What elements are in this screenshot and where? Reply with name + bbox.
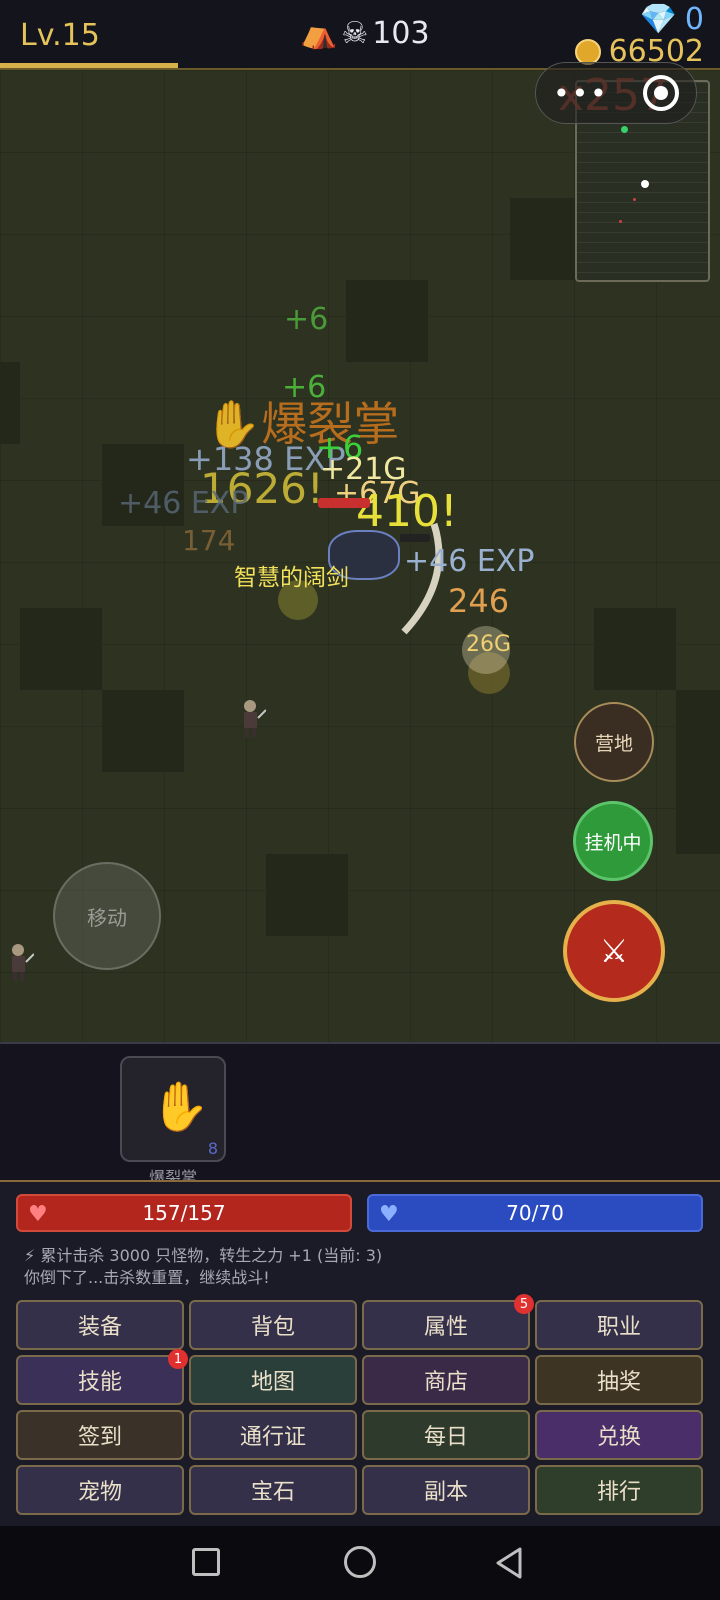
skeleton-enemy[interactable] (236, 698, 266, 738)
menu-button[interactable]: 每日 (362, 1410, 530, 1460)
mp-bar: ♥ 70/70 (367, 1194, 703, 1232)
menu-grid: 装备 背包 属性 5 职业技能 1 地图 商店 抽奖签到 通行证 每日 兑换宠物 宝石 副本 排行 (16, 1294, 704, 1515)
diamond-counter: 💎 0 (640, 2, 704, 37)
minimap-ally-dot (621, 126, 628, 133)
gold-coin-icon (574, 38, 601, 65)
map-tile (20, 608, 102, 690)
map-tile (102, 690, 184, 772)
map-tile (346, 280, 428, 362)
diamond-icon: 💎 (639, 2, 677, 37)
xp-progress-bar (0, 63, 178, 68)
menu-button[interactable]: 抽奖 (535, 1355, 703, 1405)
message-line: 你倒下了...击杀数重置，继续战斗! (24, 1268, 270, 1287)
attack-button[interactable]: ⚔ (563, 900, 665, 1002)
sword-slash-effect (401, 522, 443, 635)
recent-apps-icon[interactable] (192, 1548, 220, 1576)
notification-badge: 1 (168, 1349, 188, 1369)
hp-value: 157/157 (142, 1201, 226, 1225)
heal-text: +6 (284, 302, 329, 337)
hand-icon: ✋ (150, 1079, 210, 1135)
player-level: Lv.15 (20, 18, 100, 53)
kill-count: 103 (372, 16, 430, 51)
top-status-bar: Lv.15 ⛺ ☠ 103 💎 0 66502 (0, 0, 720, 70)
menu-button[interactable]: 签到 (16, 1410, 184, 1460)
system-nav-bar (0, 1526, 720, 1600)
auto-battle-button[interactable]: 挂机中 (573, 801, 653, 881)
menu-button[interactable]: 宝石 (189, 1465, 357, 1515)
menu-button[interactable]: 排行 (535, 1465, 703, 1515)
menu-button[interactable]: 技能 1 (16, 1349, 188, 1405)
map-tile (676, 772, 720, 854)
map-tile (0, 362, 20, 444)
skull-icon: ☠ (341, 16, 369, 51)
target-icon[interactable] (642, 75, 679, 111)
menu-button[interactable]: 副本 (362, 1465, 530, 1515)
mini-program-capsule[interactable]: ••• (535, 62, 697, 124)
game-screen: Lv.15 ⛺ ☠ 103 💎 0 66502 x (0, 0, 720, 1600)
item-drop-label: 智慧的阔剑 (234, 565, 349, 591)
camp-tree-icon: ⛺ (300, 16, 338, 51)
map-tile (594, 608, 676, 690)
minimap-enemy-dot (619, 220, 622, 223)
skill-slot[interactable]: ✋ 8 (120, 1056, 226, 1162)
damage-text: 174 (182, 524, 236, 557)
diamond-count: 0 (684, 2, 704, 37)
skill-level: 8 (207, 1139, 218, 1158)
menu-button[interactable]: 商店 (362, 1355, 530, 1405)
more-menu-icon[interactable]: ••• (553, 77, 609, 110)
heart-icon: ♥ (28, 1202, 48, 1227)
bottom-panel: ♥ 157/157 ♥ 70/70 ⚡ 累计击杀 3000 只怪物，转生之力 +… (0, 1180, 720, 1526)
hp-bar: ♥ 157/157 (16, 1194, 352, 1232)
exp-gain-text: +46 EXP (404, 544, 535, 579)
menu-button[interactable]: 背包 (189, 1300, 357, 1350)
menu-button[interactable]: 职业 (535, 1300, 703, 1350)
notification-badge: 5 (514, 1294, 534, 1314)
move-joystick[interactable]: 移动 (53, 862, 161, 970)
skeleton-enemy[interactable] (4, 942, 34, 982)
blue-heart-icon: ♥ (379, 1202, 399, 1227)
camp-button[interactable]: 营地 (574, 702, 654, 782)
map-tile (676, 690, 720, 772)
crossed-swords-icon: ⚔ (599, 932, 629, 970)
back-icon[interactable] (494, 1546, 524, 1580)
exp-gain-text: +46 EXP (118, 486, 249, 521)
home-icon[interactable] (344, 1546, 376, 1578)
map-tile (266, 854, 348, 936)
menu-button[interactable]: 属性 5 (362, 1294, 534, 1350)
player-health-bar (318, 498, 370, 508)
kill-counter: ⛺ ☠ 103 (300, 16, 430, 51)
message-line: ⚡ 累计击杀 3000 只怪物，转生之力 +1 (当前: 3) (24, 1246, 383, 1265)
menu-button[interactable]: 通行证 (189, 1410, 357, 1460)
menu-button[interactable]: 地图 (189, 1355, 357, 1405)
skill-bar: ✋ 8 爆裂掌 (0, 1042, 720, 1187)
menu-button[interactable]: 兑换 (535, 1410, 703, 1460)
menu-button[interactable]: 装备 (16, 1300, 184, 1350)
gold-gain-text: 26G (466, 632, 512, 657)
menu-button[interactable]: 宠物 (16, 1465, 184, 1515)
minimap-player-dot (641, 180, 649, 188)
mp-value: 70/70 (506, 1201, 564, 1225)
minimap-enemy-dot (633, 198, 636, 201)
damage-text: 246 (448, 582, 510, 620)
